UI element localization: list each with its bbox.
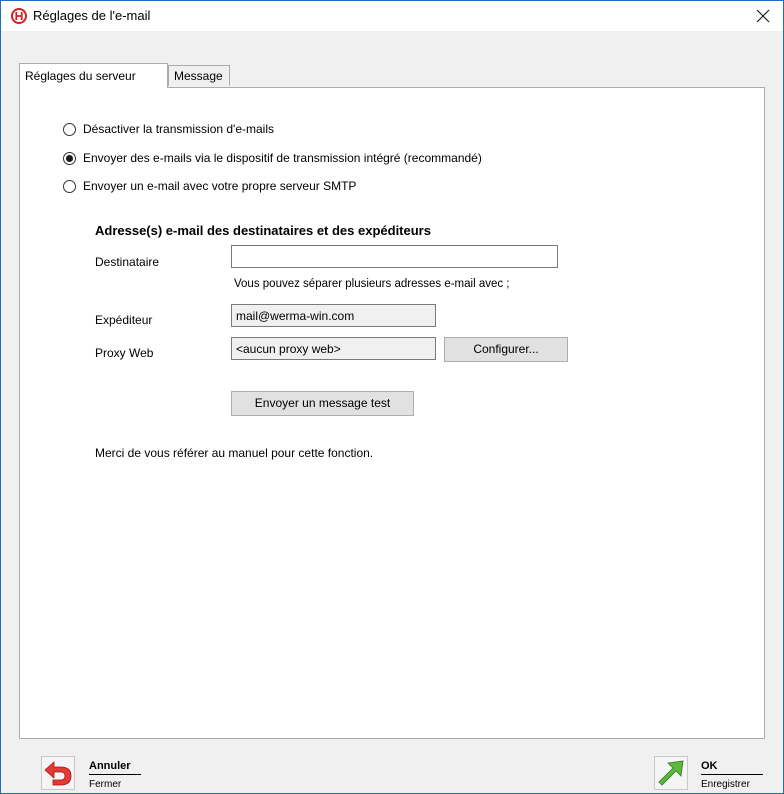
radio-button[interactable] — [63, 179, 76, 193]
ok-button[interactable]: OK — [701, 760, 718, 772]
cancel-divider — [89, 774, 141, 775]
cancel-button[interactable]: Annuler — [89, 760, 131, 772]
tab-message[interactable]: Message — [168, 65, 230, 86]
radio-label: Envoyer un e-mail avec votre propre serv… — [83, 179, 357, 193]
cancel-sublabel: Fermer — [89, 779, 122, 790]
radio-disable-email[interactable]: Désactiver la transmission d'e-mails — [63, 122, 274, 136]
proxy-field — [231, 337, 436, 360]
send-test-message-button[interactable]: Envoyer un message test — [231, 391, 414, 416]
ok-sublabel: Enregistrer — [701, 779, 750, 790]
title-bar: Réglages de l'e-mail — [1, 1, 783, 31]
green-arrow-icon[interactable] — [654, 756, 688, 790]
recipient-label: Destinataire — [95, 255, 160, 269]
manual-note: Merci de vous référer au manuel pour cet… — [95, 446, 374, 460]
radio-own-smtp[interactable]: Envoyer un e-mail avec votre propre serv… — [63, 179, 356, 193]
action-bar: Annuler Fermer OK Enregistrer — [1, 741, 783, 793]
radio-integrated-transmitter[interactable]: Envoyer des e-mails via le dispositif de… — [63, 151, 482, 165]
radio-button-selected[interactable] — [63, 151, 76, 165]
undo-arrow-icon[interactable] — [41, 756, 75, 790]
sender-label: Expéditeur — [95, 313, 153, 327]
radio-label: Envoyer des e-mails via le dispositif de… — [83, 151, 482, 165]
configure-proxy-button[interactable]: Configurer... — [444, 337, 568, 362]
email-settings-dialog: Réglages de l'e-mail Réglages du serveur… — [0, 0, 784, 794]
werma-logo-icon — [11, 8, 27, 24]
section-title: Adresse(s) e-mail des destinataires et d… — [95, 223, 431, 238]
radio-button[interactable] — [63, 122, 76, 136]
ok-divider — [701, 774, 763, 775]
recipient-hint: Vous pouvez séparer plusieurs adresses e… — [234, 278, 510, 290]
radio-label: Désactiver la transmission d'e-mails — [83, 122, 275, 136]
server-settings-panel: Désactiver la transmission d'e-mails Env… — [19, 87, 765, 739]
window-title: Réglages de l'e-mail — [33, 8, 151, 23]
proxy-label: Proxy Web — [95, 346, 154, 360]
close-icon — [756, 9, 770, 23]
recipient-input[interactable] — [231, 245, 558, 268]
sender-field — [231, 304, 436, 327]
close-button[interactable] — [743, 1, 783, 31]
tab-server-settings[interactable]: Réglages du serveur — [19, 63, 168, 88]
